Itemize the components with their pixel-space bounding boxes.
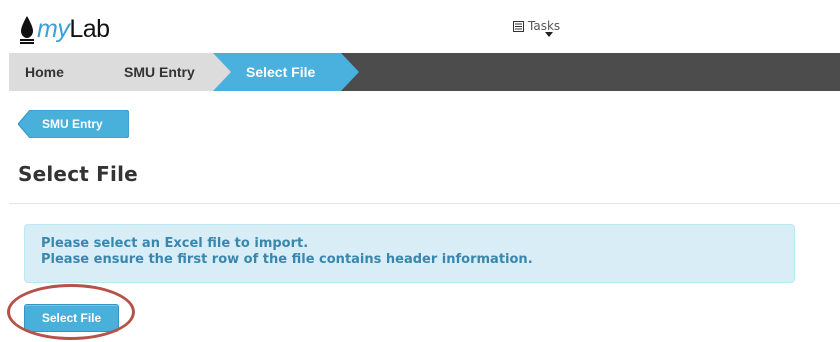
alert-line: Please ensure the first row of the file … [41, 252, 533, 267]
logo-text: myLab [37, 15, 110, 43]
back-button-label: SMU Entry [42, 117, 103, 131]
breadcrumb-item-select-file[interactable]: Select File [213, 53, 359, 91]
tasks-menu[interactable]: Tasks [513, 19, 561, 37]
drop-logo-icon [20, 16, 34, 44]
list-icon [513, 20, 524, 32]
top-bar: myLab Tasks [0, 0, 840, 53]
breadcrumb-label: Home [25, 64, 64, 80]
caret-down-icon [545, 32, 553, 37]
info-alert: Please select an Excel file to import. P… [24, 224, 795, 283]
tasks-label: Tasks [528, 19, 561, 33]
alert-line: Please select an Excel file to import. [41, 236, 309, 251]
breadcrumb-label: Select File [246, 64, 316, 80]
divider [9, 203, 840, 204]
breadcrumb: Home SMU Entry Select File [9, 53, 840, 91]
app-logo[interactable]: myLab [17, 10, 110, 44]
highlight-annotation-ring [7, 284, 135, 340]
breadcrumb-label: SMU Entry [124, 64, 195, 80]
back-smu-entry-button[interactable]: SMU Entry [18, 110, 129, 138]
page-title: Select File [18, 162, 138, 186]
